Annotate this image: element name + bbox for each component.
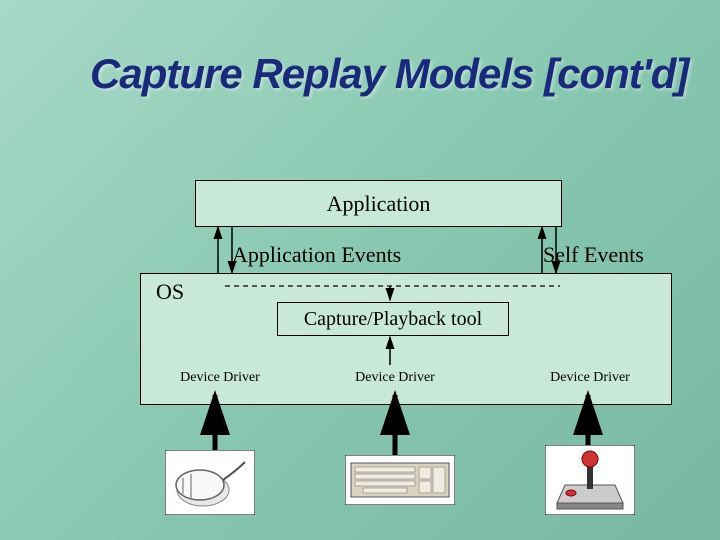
device-driver-label-3: Device Driver [530,370,650,386]
mouse-icon [165,450,255,515]
device-driver-label-1: Device Driver [160,370,280,386]
capture-playback-tool-box: Capture/Playback tool [277,302,509,336]
keyboard-icon [345,455,455,505]
self-events-label: Self Events [543,242,644,268]
os-label: OS [156,279,184,305]
application-events-label: Application Events [232,242,401,268]
joystick-icon [545,445,635,510]
slide-title: Capture Replay Models [cont'd] [90,50,688,98]
application-box: Application [195,180,562,227]
device-driver-label-2: Device Driver [335,370,455,386]
